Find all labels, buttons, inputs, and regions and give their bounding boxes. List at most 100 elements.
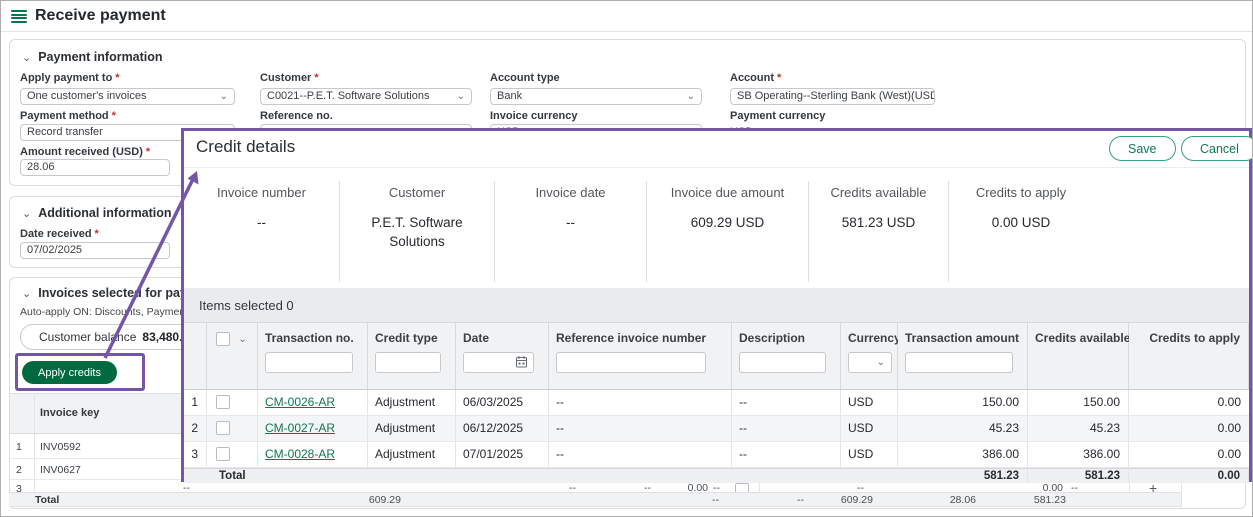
transaction-link[interactable]: CM-0028-AR	[265, 447, 335, 461]
additional-information-header[interactable]: ⌄ Additional information	[22, 204, 172, 222]
row-checkbox[interactable]	[216, 421, 230, 435]
select-all-checkbox[interactable]	[216, 332, 230, 346]
credits-to-apply-header: Credits to apply	[1129, 323, 1249, 390]
date-cell: 07/01/2025	[456, 442, 549, 468]
total-value: 28.06	[921, 494, 976, 506]
save-button[interactable]: Save	[1109, 136, 1176, 161]
total-value: 581.23	[1009, 494, 1066, 506]
chevron-down-icon: ⌄	[22, 288, 31, 300]
chevron-down-icon: ⌄	[22, 52, 31, 64]
total-label: Total	[35, 494, 59, 506]
summary-invoice-date: Invoice date --	[494, 181, 646, 282]
credits-to-apply-cell: 0.00	[1129, 390, 1249, 416]
credits-available-cell: 45.23	[1028, 416, 1129, 442]
date-received-label: Date received	[20, 228, 99, 240]
currency-header: Currency ⌄	[841, 323, 898, 390]
chevron-down-icon: ⌄	[22, 208, 31, 220]
credit-type-filter-input[interactable]	[375, 352, 441, 373]
calendar-icon[interactable]	[516, 356, 527, 371]
description-filter-input[interactable]	[739, 352, 826, 373]
cancel-button[interactable]: Cancel	[1181, 136, 1253, 161]
chevron-down-icon: ⌄	[687, 89, 695, 104]
credit-details-modal: Credit details Save Cancel Invoice numbe…	[181, 128, 1252, 482]
customer-value: C0021--P.E.T. Software Solutions	[267, 89, 429, 104]
summary-label: Credits to apply	[949, 185, 1093, 200]
reference-invoice-number-cell: --	[549, 442, 732, 468]
transaction-amount-filter-input[interactable]	[905, 352, 1013, 373]
reference-invoice-number-header: Reference invoice number	[549, 323, 732, 390]
table-right-border	[1181, 479, 1182, 507]
account-select[interactable]: SB Operating--Sterling Bank (West)(USD) …	[730, 88, 935, 105]
payment-information-header[interactable]: ⌄Payment information	[22, 48, 163, 66]
summary-invoice-due-amount: Invoice due amount 609.29 USD	[646, 181, 808, 282]
chevron-down-icon[interactable]: ⌄	[238, 334, 246, 345]
chevron-down-icon: ⌄	[457, 89, 465, 104]
date-cell: 06/12/2025	[456, 416, 549, 442]
amount-received-input[interactable]: 28.06	[20, 159, 170, 176]
summary-value: P.E.T. Software Solutions	[357, 213, 477, 251]
page-title: Receive payment	[35, 7, 166, 25]
invoice-key-cell: INV0592	[40, 441, 81, 453]
account-type-select[interactable]: Bank ⌄	[490, 88, 702, 105]
description-cell: --	[732, 442, 841, 468]
credits-table: ⌄ Transaction no. Credit type Date Refer…	[184, 322, 1249, 483]
row-checkbox[interactable]	[216, 447, 230, 461]
payment-currency-label: Payment currency	[730, 110, 825, 122]
chevron-down-icon: ⌄	[220, 89, 228, 104]
transaction-no-cell: CM-0028-AR	[258, 442, 368, 468]
account-type-label: Account type	[490, 72, 560, 84]
total-value: 609.29	[816, 494, 873, 506]
transaction-amount-header: Transaction amount	[898, 323, 1028, 390]
section-title: Additional information	[38, 206, 171, 220]
receive-payment-page: Receive payment ⌄Payment information App…	[0, 0, 1253, 517]
summary-label: Invoice date	[495, 185, 646, 200]
description-cell: --	[732, 390, 841, 416]
transaction-link[interactable]: CM-0027-AR	[265, 421, 335, 435]
row-number: 1	[184, 390, 207, 416]
summary-value: --	[495, 213, 646, 232]
account-type-value: Bank	[497, 89, 522, 104]
payment-method-value: Record transfer	[27, 125, 103, 140]
customer-balance-label: Customer balance	[39, 330, 136, 344]
total-value: 609.29	[341, 494, 401, 506]
menu-icon[interactable]	[11, 10, 27, 23]
transaction-amount-cell: 150.00	[898, 390, 1028, 416]
credit-summary: Invoice number -- Customer P.E.T. Softwa…	[184, 181, 1093, 282]
credits-to-apply-cell: 0.00	[1129, 442, 1249, 468]
apply-payment-to-select[interactable]: One customer's invoices ⌄	[20, 88, 235, 105]
currency-filter-select[interactable]: ⌄	[848, 352, 892, 373]
summary-invoice-number: Invoice number --	[184, 181, 339, 282]
modal-title: Credit details	[196, 137, 295, 157]
row-select-cell	[207, 416, 258, 442]
auto-apply-text: Auto-apply ON: Discounts, Payment	[20, 306, 188, 318]
customer-label: Customer	[260, 72, 319, 84]
apply-payment-to-label: Apply payment to	[20, 72, 120, 84]
items-selected-bar: Items selected 0	[184, 288, 1249, 322]
reference-invoice-number-filter-input[interactable]	[556, 352, 706, 373]
date-received-input[interactable]: 07/02/2025	[20, 242, 170, 259]
transaction-no-header: Transaction no.	[258, 323, 368, 390]
credits-available-cell: 386.00	[1028, 442, 1129, 468]
total-value: --	[786, 494, 804, 506]
column-divider	[34, 393, 35, 508]
customer-select[interactable]: C0021--P.E.T. Software Solutions ⌄	[260, 88, 472, 105]
date-filter-input[interactable]	[463, 352, 534, 373]
row-checkbox[interactable]	[216, 395, 230, 409]
transaction-link[interactable]: CM-0026-AR	[265, 395, 335, 409]
payment-method-label: Payment method	[20, 110, 116, 122]
summary-label: Customer	[340, 185, 494, 200]
summary-credits-available: Credits available 581.23 USD	[808, 181, 948, 282]
summary-label: Invoice due amount	[647, 185, 808, 200]
currency-cell: USD	[841, 442, 898, 468]
summary-value: 609.29 USD	[647, 213, 808, 232]
column-label: Credits available	[1035, 331, 1130, 345]
date-received-value: 07/02/2025	[27, 244, 82, 256]
column-label: Transaction amount	[905, 331, 1019, 345]
transaction-no-filter-input[interactable]	[265, 352, 353, 373]
amount-received-value: 28.06	[27, 161, 55, 173]
summary-label: Invoice number	[184, 185, 339, 200]
row-select-cell	[207, 390, 258, 416]
transaction-no-cell: CM-0027-AR	[258, 416, 368, 442]
column-label: Reference invoice number	[556, 331, 706, 345]
transaction-no-cell: CM-0026-AR	[258, 390, 368, 416]
